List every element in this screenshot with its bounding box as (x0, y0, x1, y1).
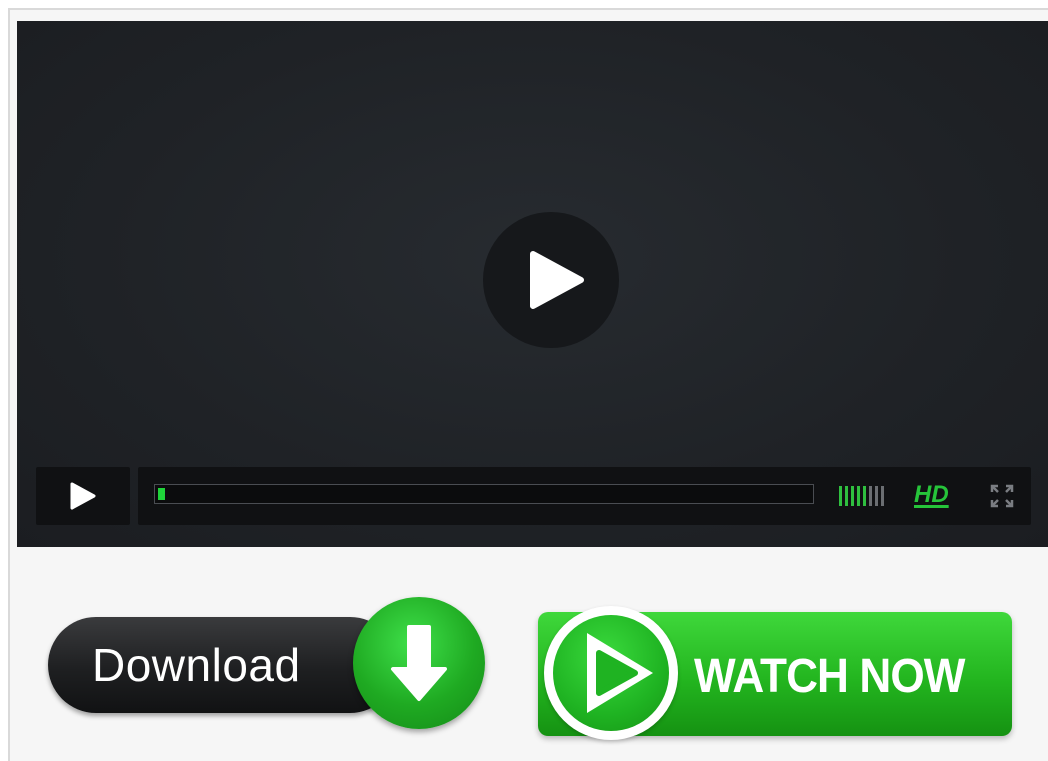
progress-fill (158, 488, 165, 500)
fullscreen-button[interactable] (990, 484, 1014, 513)
play-icon (587, 633, 653, 713)
watch-play-badge[interactable] (544, 606, 678, 740)
hd-toggle[interactable]: HD (914, 481, 949, 509)
volume-bar (851, 486, 854, 506)
volume-bar (863, 486, 866, 506)
progress-bar[interactable] (154, 484, 814, 504)
volume-bar (881, 486, 884, 506)
watch-play-circle (553, 615, 669, 731)
play-icon (530, 251, 584, 309)
fullscreen-icon (990, 484, 1014, 508)
arrow-down-icon (391, 625, 447, 701)
volume-bar (875, 486, 878, 506)
control-play-button[interactable] (36, 467, 130, 525)
volume-bar (869, 486, 872, 506)
download-button[interactable]: Download (48, 617, 398, 713)
volume-bar (857, 486, 860, 506)
volume-meter[interactable] (839, 486, 884, 506)
big-play-button[interactable] (483, 212, 619, 348)
download-arrow-button[interactable] (353, 597, 485, 729)
download-label: Download (92, 639, 301, 691)
play-icon (70, 482, 96, 510)
volume-bar (839, 486, 842, 506)
control-bar: HD (138, 467, 1031, 525)
volume-bar (845, 486, 848, 506)
watch-now-label: WATCH NOW (694, 650, 965, 703)
